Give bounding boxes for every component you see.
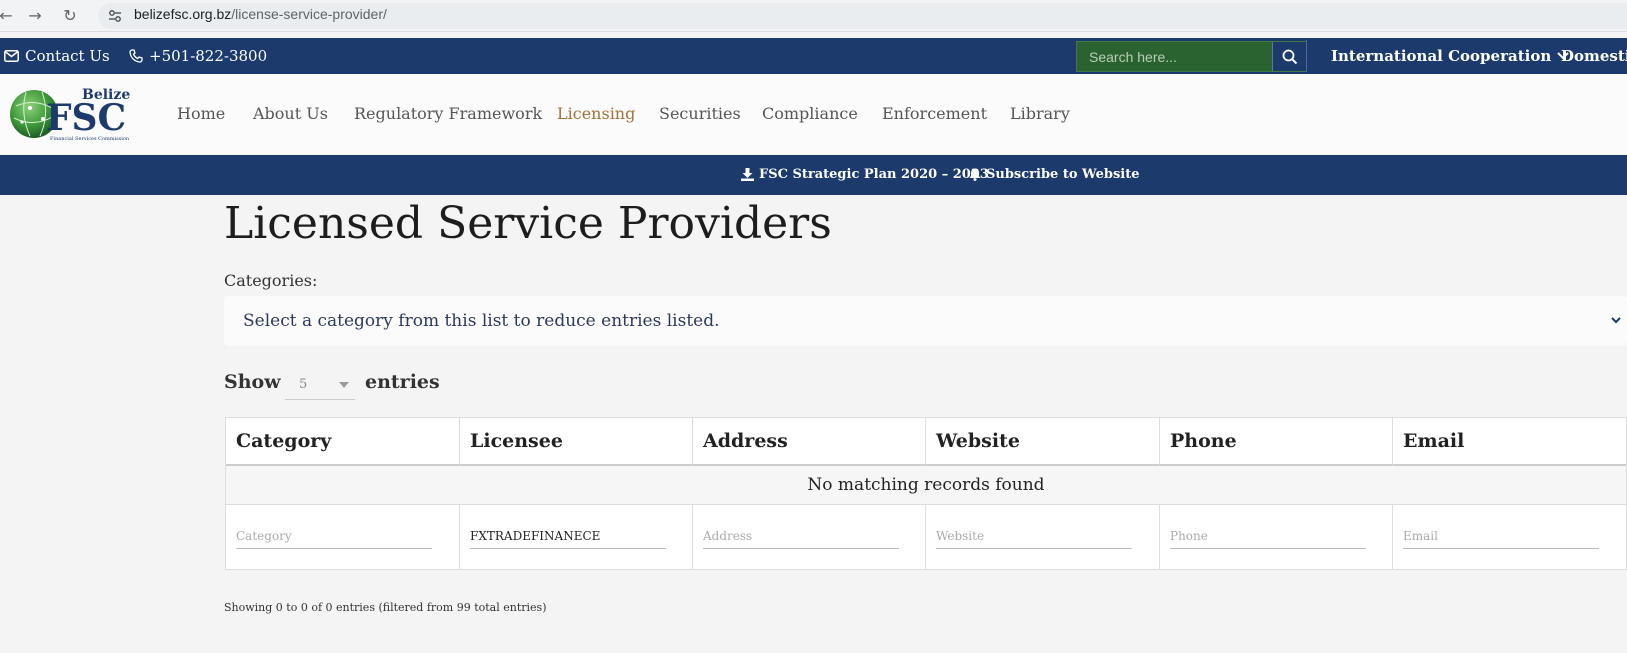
nav-home[interactable]: Home <box>177 104 225 123</box>
contact-us-link[interactable]: Contact Us <box>4 47 110 65</box>
search-button[interactable] <box>1272 42 1306 71</box>
empty-table-message: No matching records found <box>226 466 1626 505</box>
filter-cell-category <box>226 505 460 569</box>
download-icon <box>741 168 754 181</box>
column-header-licensee[interactable]: Licensee <box>460 418 693 466</box>
site-header: Belize FSC Financial Services Commission… <box>0 74 1627 154</box>
phone-label: +501-822-3800 <box>149 47 268 65</box>
nav-about-us[interactable]: About Us <box>253 104 328 123</box>
filter-cell-email <box>1393 505 1626 569</box>
filter-cell-phone <box>1160 505 1393 569</box>
filter-input-licensee[interactable] <box>470 523 666 549</box>
table-info-text: Showing 0 to 0 of 0 entries (filtered fr… <box>224 601 547 614</box>
filter-input-address[interactable] <box>703 523 899 549</box>
logo-subtitle-text: Financial Services Commission <box>50 136 130 142</box>
menu-international-cooperation[interactable]: International Cooperation <box>1331 47 1569 65</box>
contact-us-label: Contact Us <box>25 47 110 65</box>
phone-icon <box>129 49 143 63</box>
categories-label: Categories: <box>224 271 318 290</box>
nav-regulatory-framework[interactable]: Regulatory Framework <box>354 104 542 123</box>
filter-input-email[interactable] <box>1403 523 1599 549</box>
top-utility-bar: Contact Us +501-822-3800 International C… <box>0 38 1627 74</box>
subscribe-link[interactable]: Subscribe to Website <box>969 167 1139 182</box>
column-header-category[interactable]: Category <box>226 418 460 466</box>
filter-input-category[interactable] <box>236 523 432 549</box>
category-select-value: Select a category from this list to redu… <box>243 311 720 331</box>
entries-label: entries <box>365 371 440 393</box>
show-label: Show <box>224 371 281 393</box>
caret-down-icon <box>339 382 349 388</box>
menu-domestic[interactable]: Domestic <box>1561 47 1627 65</box>
nav-securities[interactable]: Securities <box>659 104 741 123</box>
browser-toolbar: ← → ↻ belizefsc.org.bz/license-service-p… <box>0 0 1627 32</box>
logo-fsc-text: FSC <box>46 97 126 139</box>
filter-cell-licensee <box>460 505 693 569</box>
forward-icon[interactable]: → <box>23 4 47 28</box>
column-header-address[interactable]: Address <box>693 418 926 466</box>
sub-banner: FSC Strategic Plan 2020 – 2023 Subscribe… <box>0 155 1627 195</box>
url-text[interactable]: belizefsc.org.bz/license-service-provide… <box>134 6 387 22</box>
topbar-divider <box>1306 40 1307 72</box>
back-icon[interactable]: ← <box>0 4 18 28</box>
url-host: belizefsc.org.bz <box>134 6 232 22</box>
filter-cell-address <box>693 505 926 569</box>
bell-icon <box>969 168 981 181</box>
subscribe-label: Subscribe to Website <box>986 167 1140 182</box>
page-title: Licensed Service Providers <box>224 198 832 249</box>
nav-compliance[interactable]: Compliance <box>762 104 858 123</box>
column-header-website[interactable]: Website <box>926 418 1160 466</box>
nav-enforcement[interactable]: Enforcement <box>882 104 987 123</box>
url-path: /license-service-provider/ <box>231 6 387 22</box>
filter-cell-website <box>926 505 1160 569</box>
nav-library[interactable]: Library <box>1010 104 1070 123</box>
site-info-icon[interactable] <box>108 9 122 23</box>
entries-per-page-select[interactable]: 5 <box>285 369 355 400</box>
reload-icon[interactable]: ↻ <box>58 4 82 28</box>
belize-fsc-logo[interactable]: Belize FSC Financial Services Commission <box>10 84 134 142</box>
entries-per-page-value: 5 <box>299 377 308 392</box>
chevron-down-icon <box>1611 317 1621 324</box>
search-icon <box>1282 49 1297 64</box>
category-select[interactable]: Select a category from this list to redu… <box>224 296 1627 346</box>
strategic-plan-link[interactable]: FSC Strategic Plan 2020 – 2023 <box>741 167 989 182</box>
search-input[interactable] <box>1077 42 1272 71</box>
menu-international-label: International Cooperation <box>1331 47 1552 65</box>
site-search <box>1076 41 1306 72</box>
envelope-icon <box>4 50 19 62</box>
filter-input-phone[interactable] <box>1170 523 1366 549</box>
menu-domestic-label: Domestic <box>1561 47 1627 65</box>
nav-licensing[interactable]: Licensing <box>557 104 635 123</box>
strategic-plan-label: FSC Strategic Plan 2020 – 2023 <box>759 167 989 182</box>
providers-table: Category Licensee Address Website Phone … <box>225 417 1627 570</box>
phone-link[interactable]: +501-822-3800 <box>129 47 267 65</box>
column-header-phone[interactable]: Phone <box>1160 418 1393 466</box>
column-header-email[interactable]: Email <box>1393 418 1626 466</box>
filter-input-website[interactable] <box>936 523 1132 549</box>
